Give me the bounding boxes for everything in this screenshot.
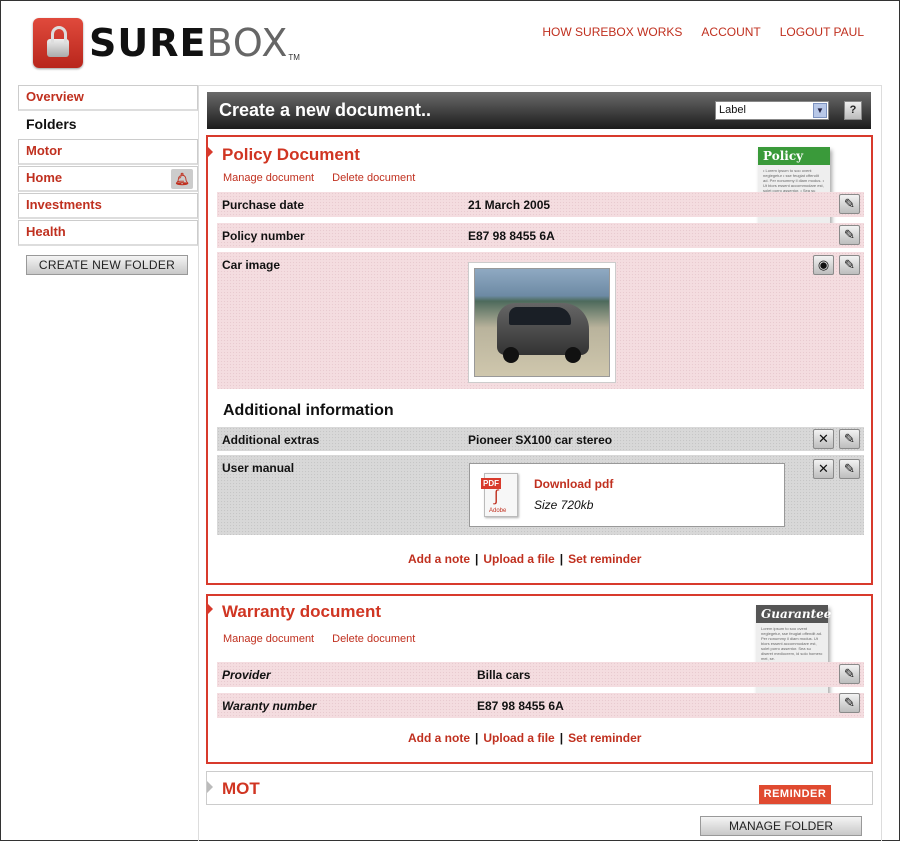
page-title-bar: Create a new document.. Label ▼ ? [207,92,871,129]
document-actions: Add a note | Upload a file | Set reminder [408,731,641,745]
divider [198,85,199,841]
divider [881,85,882,841]
warranty-document-panel: Warranty document Manage document Delete… [206,594,873,764]
field-row: Policy number E87 98 8455 6A [217,223,864,248]
panel-title: MOT [222,779,260,798]
car-image[interactable] [468,262,616,383]
pdf-attachment[interactable]: PDF ∫ Adobe Download pdf Size 720kb [469,463,785,527]
field-label: Car image [222,258,281,272]
field-label: Policy number [222,229,305,243]
sidebar-item-health[interactable]: Health [18,220,198,246]
sidebar-heading-folders: Folders [18,112,198,138]
manage-folder-button[interactable]: MANAGE FOLDER [700,816,862,836]
sidebar: Overview Folders Motor Home 🔔︎ Investment… [18,85,198,275]
select-value: Label [719,104,746,116]
account-link[interactable]: ACCOUNT [701,25,760,39]
sidebar-item-overview[interactable]: Overview [18,85,198,111]
sidebar-item-motor[interactable]: Motor [18,139,198,165]
extra-row: User manual PDF ∫ Adobe Download pdf Siz… [217,455,864,535]
trademark-mark: TM [288,53,300,62]
upload-file-link[interactable]: Upload a file [483,731,554,745]
pdf-file-icon: PDF ∫ Adobe [481,473,518,517]
policy-document-panel: Policy Document Manage document Delete d… [206,135,873,585]
field-value: E87 98 8455 6A [477,699,564,713]
thumbnail-title: Policy [758,147,830,165]
page-title: Create a new document.. [219,100,432,120]
surebox-logo[interactable]: SUREBOX TM [33,18,300,68]
set-reminder-link[interactable]: Set reminder [568,552,641,566]
sidebar-item-label: Investments [26,197,102,212]
field-row: Car image [217,252,864,389]
adobe-label: Adobe [489,508,507,514]
help-button[interactable]: ? [844,101,862,120]
field-value: 21 March 2005 [468,198,551,212]
add-note-link[interactable]: Add a note [408,552,470,566]
additional-information-heading: Additional information [223,402,394,419]
document-actions: Add a note | Upload a file | Set reminder [408,552,641,566]
padlock-icon [33,18,83,68]
logout-link[interactable]: LOGOUT PAUL [780,25,864,39]
expand-arrow-icon[interactable] [206,602,213,616]
field-label: Additional extras [222,433,320,447]
field-row: Waranty number E87 98 8455 6A [217,693,864,718]
car-photo [474,268,610,377]
bell-icon[interactable]: 🔔︎ [171,169,193,189]
delete-document-link[interactable]: Delete document [332,633,415,645]
field-label: Purchase date [222,198,305,212]
separator: | [475,552,479,566]
sidebar-item-label: Home [26,170,63,185]
sidebar-item-label: Health [26,224,66,239]
expand-arrow-icon[interactable] [206,145,213,159]
separator: | [559,552,564,566]
reminder-badge[interactable]: REMINDER [759,785,831,804]
download-pdf-link[interactable]: Download pdf [534,477,613,491]
field-label: Provider [222,668,271,682]
pencil-icon[interactable]: ✎ [839,194,860,214]
pencil-icon[interactable]: ✎ [839,693,860,713]
manage-document-link[interactable]: Manage document [223,172,314,184]
panel-title: Policy Document [222,145,360,164]
label-select[interactable]: Label ▼ [715,101,829,120]
field-value: Pioneer SX100 car stereo [468,433,613,447]
field-row: Purchase date 21 March 2005 [217,192,864,217]
thumbnail-text: Lorem ipsum to soo ovent neglegetur, sse… [761,626,823,661]
mot-panel[interactable]: MOT REMINDER [206,771,873,805]
pencil-icon[interactable]: ✎ [839,459,860,479]
field-label: Waranty number [222,699,317,713]
chevron-down-icon[interactable]: ▼ [813,103,827,118]
pencil-icon[interactable]: ✎ [839,429,860,449]
pencil-icon[interactable]: ✎ [839,255,860,275]
create-new-folder-button[interactable]: CREATE NEW FOLDER [26,255,188,275]
pencil-icon[interactable]: ✎ [839,225,860,245]
field-value: Billa cars [477,668,531,682]
add-note-link[interactable]: Add a note [408,731,470,745]
extra-row: Additional extras Pioneer SX100 car ster… [217,427,864,451]
field-value: E87 98 8455 6A [468,229,555,243]
sidebar-item-label: Motor [26,143,63,158]
eye-icon[interactable]: ◉ [813,255,834,275]
sidebar-item-investments[interactable]: Investments [18,193,198,219]
field-row: Provider Billa cars [217,662,864,687]
thumbnail-title: Guarantee [756,605,831,623]
top-navigation: HOW SUREBOX WORKS ACCOUNT LOGOUT PAUL [542,25,864,39]
close-icon[interactable]: ✕ [813,429,834,449]
set-reminder-link[interactable]: Set reminder [568,731,641,745]
how-surebox-works-link[interactable]: HOW SUREBOX WORKS [542,25,682,39]
delete-document-link[interactable]: Delete document [332,172,415,184]
manage-document-link[interactable]: Manage document [223,633,314,645]
divider [198,85,882,86]
panel-title: Warranty document [222,602,382,621]
logo-wordmark: SUREBOX [89,21,289,65]
sidebar-item-home[interactable]: Home 🔔︎ [18,166,198,192]
file-size: Size 720kb [534,498,594,512]
separator: | [475,731,479,745]
close-icon[interactable]: ✕ [813,459,834,479]
separator: | [559,731,564,745]
expand-arrow-icon[interactable] [207,781,213,793]
pencil-icon[interactable]: ✎ [839,664,860,684]
upload-file-link[interactable]: Upload a file [483,552,554,566]
field-label: User manual [222,461,295,475]
